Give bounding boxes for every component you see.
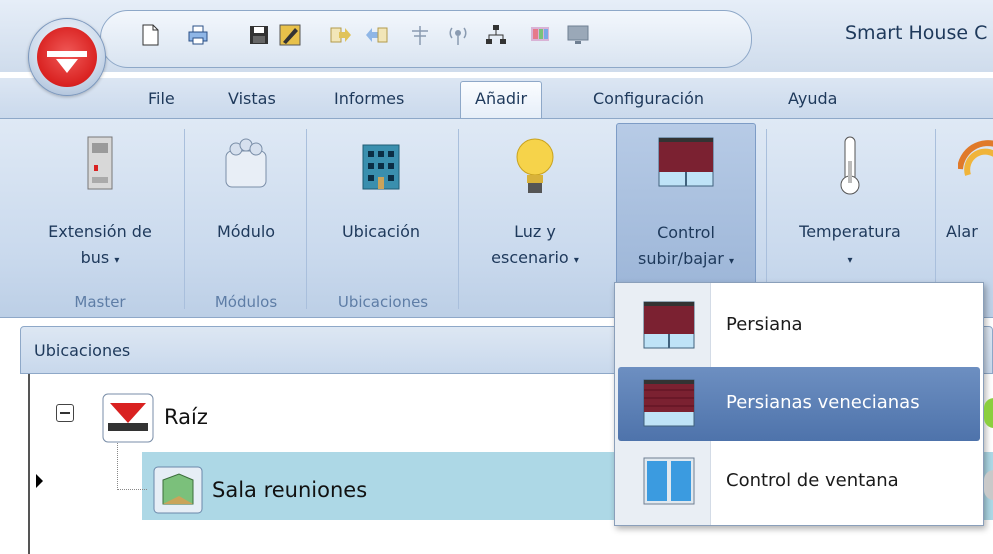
- light-scene-button[interactable]: Luz y escenario ▾: [468, 123, 602, 287]
- panel-title: Ubicaciones: [34, 341, 131, 360]
- lightbulb-icon: [516, 138, 554, 193]
- temperature-label: Temperatura: [799, 222, 901, 241]
- dropdown-arrow-icon: ▾: [114, 255, 120, 266]
- roller-blind-icon: [658, 137, 714, 187]
- roller-blind-icon: [643, 301, 695, 349]
- root-logo-icon: [102, 393, 154, 443]
- module-button[interactable]: Módulo: [194, 123, 298, 287]
- alarm-label: Alar: [946, 222, 978, 241]
- brand-logo-icon: [37, 27, 97, 87]
- status-indicator-icon: [984, 470, 993, 500]
- print-icon[interactable]: [187, 24, 209, 46]
- menu-item-label: Control de ventana: [726, 470, 899, 491]
- module-label: Módulo: [216, 222, 276, 241]
- bus-extension-label: Extensión de: [48, 222, 152, 241]
- bus-extension-button[interactable]: Extensión de bus ▾: [30, 123, 170, 287]
- current-row-indicator-icon: [36, 474, 43, 488]
- monitor-icon[interactable]: [567, 24, 589, 46]
- menu-item-roller-blind[interactable]: Persiana: [618, 289, 980, 363]
- separator: [306, 129, 307, 309]
- tab-anadir[interactable]: Añadir: [460, 81, 543, 121]
- separator: [184, 129, 185, 309]
- menu-item-window-control[interactable]: Control de ventana: [618, 445, 980, 519]
- tab-ayuda[interactable]: Ayuda: [788, 89, 837, 108]
- up-down-control-button[interactable]: Control subir/bajar ▾: [616, 123, 756, 289]
- group-label-master: Master: [74, 293, 126, 311]
- up-down-control-label-2: subir/bajar: [638, 249, 724, 268]
- thermometer-icon: [840, 136, 860, 195]
- light-scene-label-2: escenario: [491, 248, 569, 267]
- location-button[interactable]: Ubicación: [316, 123, 446, 287]
- tree-line: [117, 489, 147, 491]
- alarm-button[interactable]: Alar: [944, 123, 993, 287]
- menu-item-label: Persiana: [726, 314, 803, 335]
- ribbon-tabs: File Vistas Informes Añadir Configuració…: [0, 78, 993, 121]
- tab-informes[interactable]: Informes: [334, 89, 404, 108]
- save-icon[interactable]: [248, 24, 270, 46]
- new-document-icon[interactable]: [139, 24, 161, 46]
- antenna-icon[interactable]: [409, 24, 431, 46]
- room-icon: [153, 466, 203, 514]
- export-icon[interactable]: [366, 24, 388, 46]
- menu-item-label: Persianas venecianas: [726, 392, 920, 413]
- up-down-control-label: Control: [657, 223, 715, 242]
- venetian-blind-icon: [643, 379, 695, 427]
- temperature-button[interactable]: Temperatura ▾: [776, 123, 924, 287]
- alarm-icon: [958, 140, 993, 176]
- edit-icon[interactable]: [279, 24, 301, 46]
- group-label-modules: Módulos: [214, 293, 278, 311]
- network-icon[interactable]: [485, 24, 507, 46]
- group-label-locations: Ubicaciones: [337, 293, 429, 311]
- tab-vistas[interactable]: Vistas: [228, 89, 276, 108]
- wireless-icon[interactable]: [447, 24, 469, 46]
- location-label: Ubicación: [341, 222, 421, 241]
- tree-line: [117, 440, 119, 490]
- tab-file[interactable]: File: [148, 89, 175, 108]
- window-icon: [643, 457, 695, 505]
- tree-item-root[interactable]: Raíz: [164, 405, 208, 429]
- dropdown-arrow-icon: ▾: [573, 255, 579, 266]
- dropdown-arrow-icon: ▾: [847, 255, 853, 266]
- building-icon: [362, 144, 400, 190]
- light-scene-label: Luz y: [514, 222, 556, 241]
- dropdown-arrow-icon: ▾: [728, 256, 734, 267]
- up-down-control-dropdown: Persiana Persianas venecianas Control de…: [614, 282, 984, 526]
- bus-extension-label-2: bus: [80, 248, 110, 267]
- status-indicator-icon: [984, 398, 993, 428]
- collapse-icon[interactable]: [56, 404, 74, 422]
- tab-configuracion[interactable]: Configuración: [593, 89, 704, 108]
- app-title: Smart House C: [845, 22, 988, 44]
- tree-item-meeting-room[interactable]: Sala reuniones: [212, 478, 367, 502]
- module-icon: [225, 138, 267, 188]
- menu-item-venetian-blinds[interactable]: Persianas venecianas: [618, 367, 980, 441]
- bus-extension-icon: [87, 136, 113, 190]
- import-icon[interactable]: [329, 24, 351, 46]
- application-menu-button[interactable]: [28, 18, 106, 96]
- title-bar: Smart House C: [0, 0, 993, 72]
- quick-access-toolbar: [100, 10, 752, 68]
- separator: [458, 129, 459, 309]
- palette-icon[interactable]: [529, 24, 551, 46]
